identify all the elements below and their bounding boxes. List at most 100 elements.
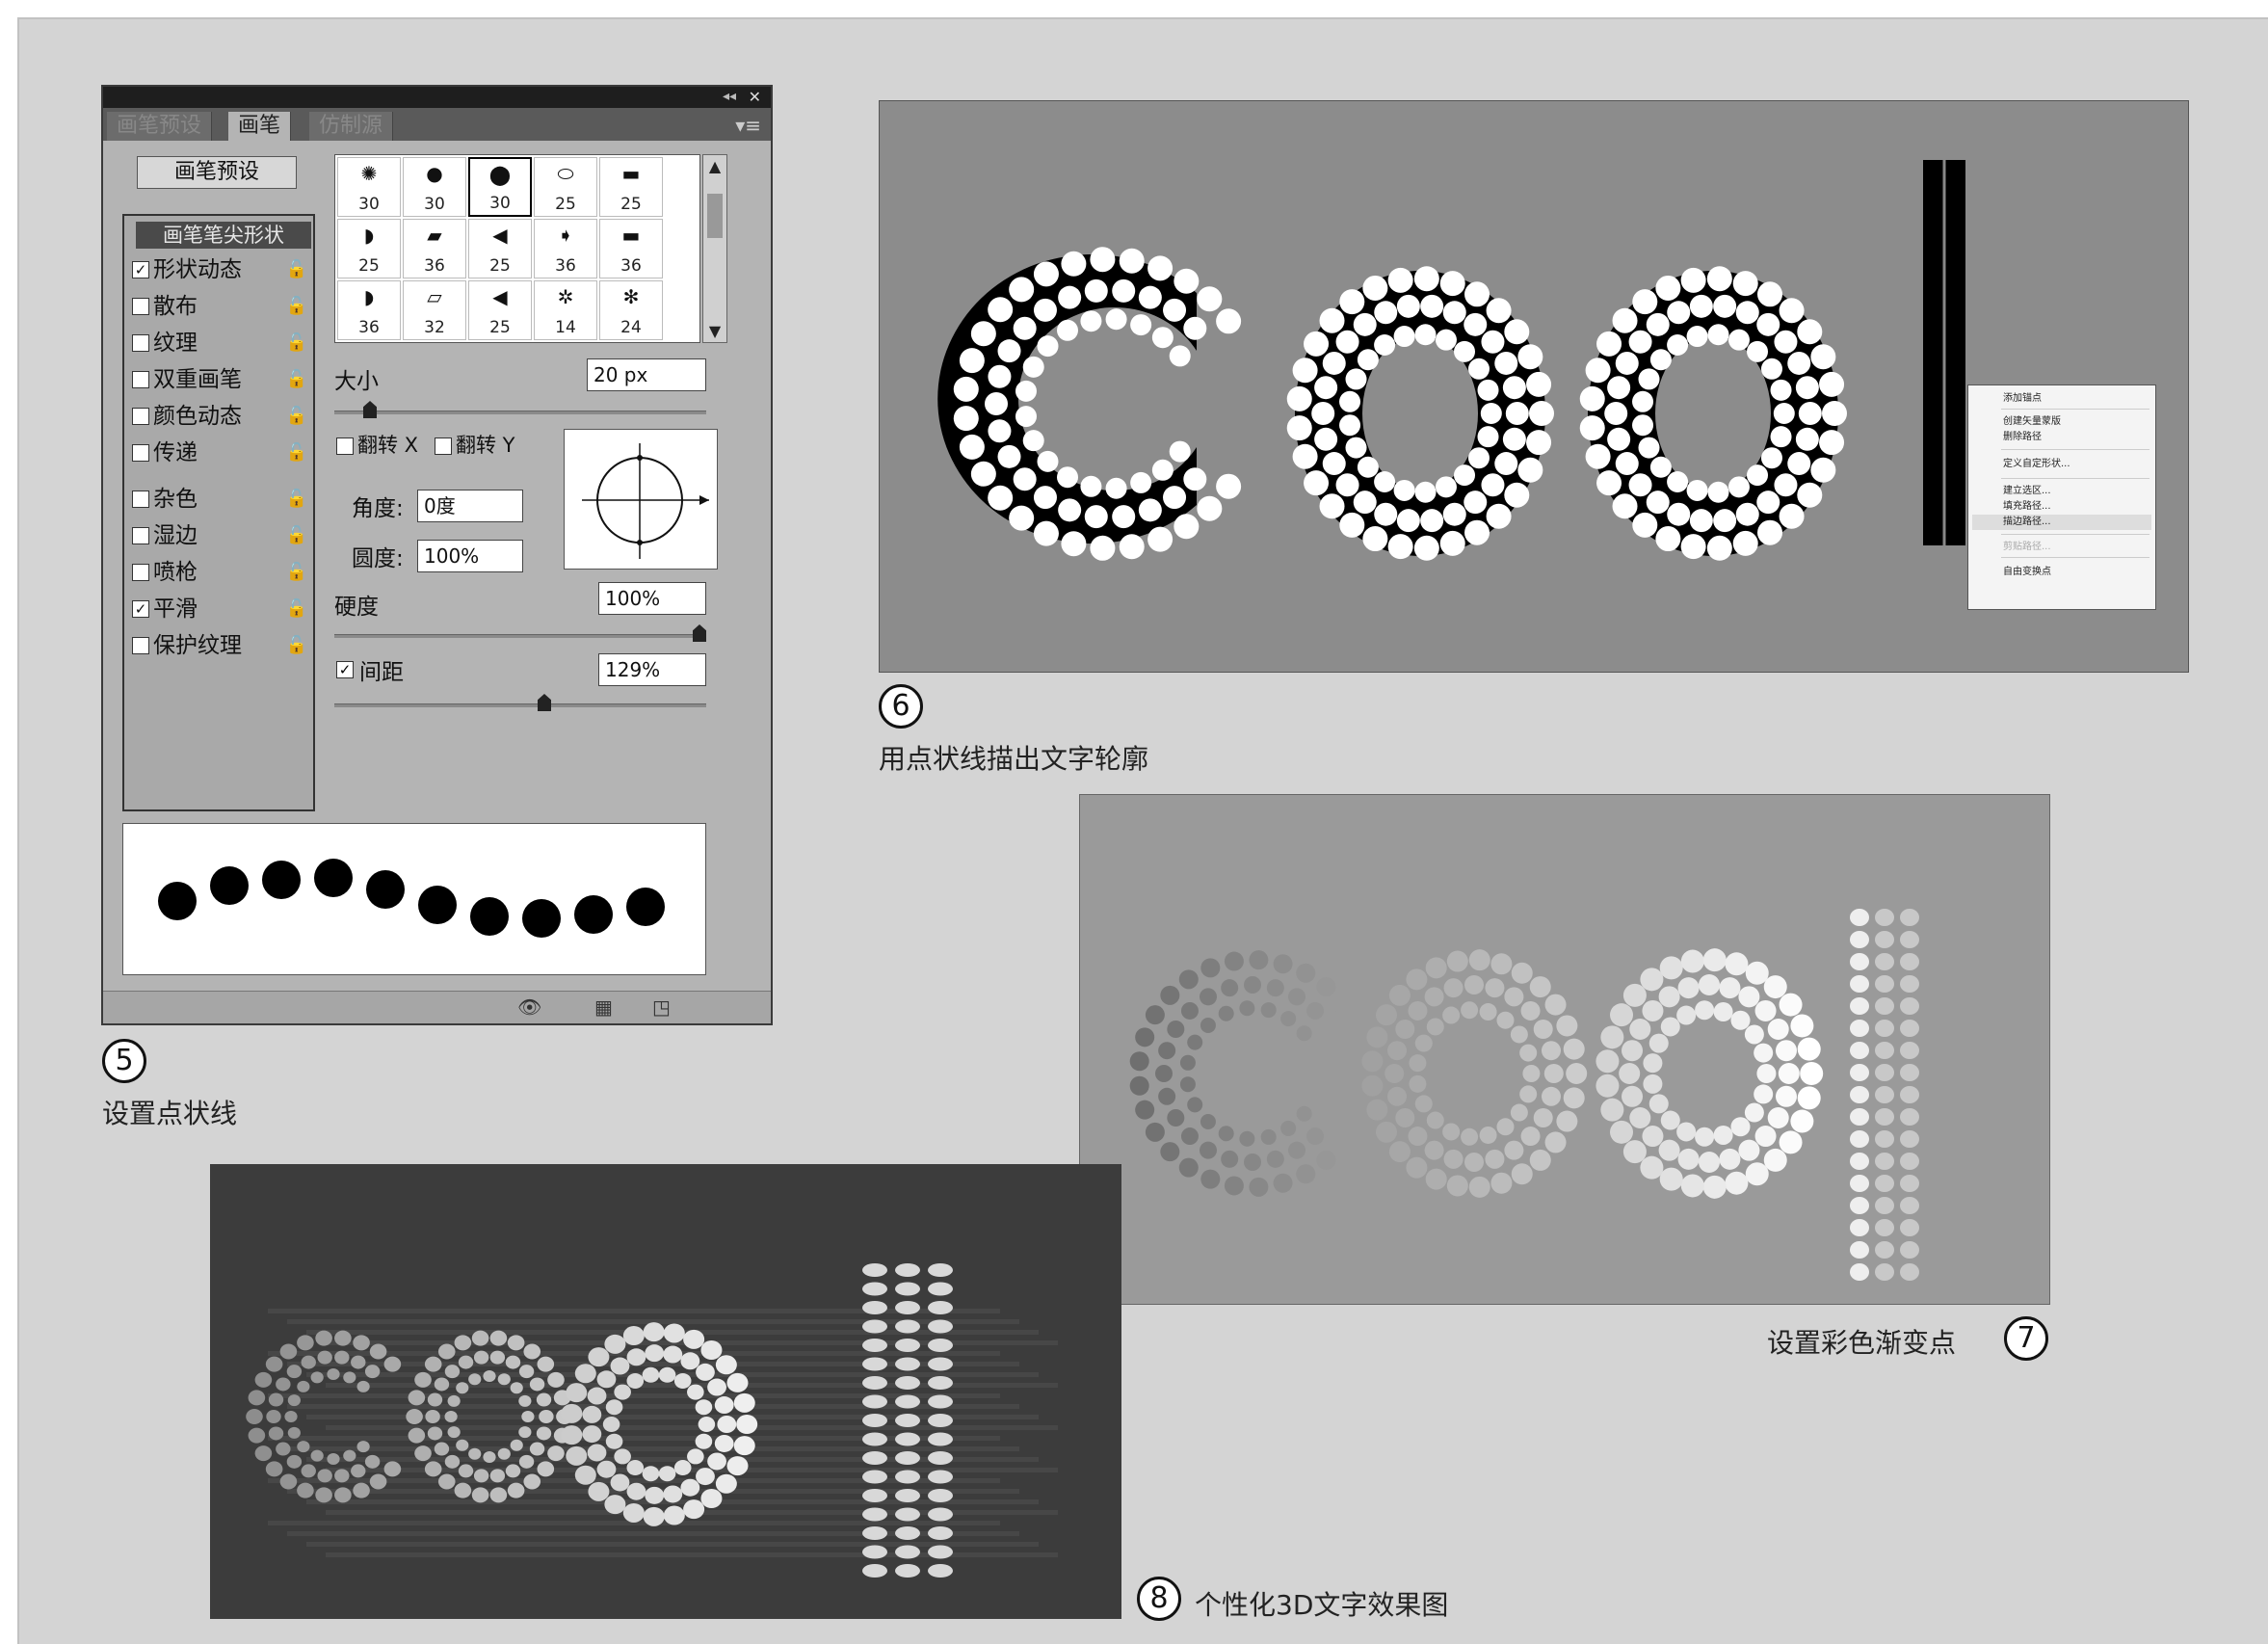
- text-dot: [529, 1377, 545, 1392]
- lock-icon[interactable]: 🔓: [286, 592, 307, 626]
- spacing-checkbox[interactable]: ✓: [336, 661, 354, 678]
- collapse-icon[interactable]: ◂◂: [723, 89, 736, 104]
- text-dot: [1875, 1086, 1894, 1103]
- lock-icon[interactable]: 🔓: [286, 628, 307, 663]
- text-dot: [1464, 975, 1484, 994]
- text-dot: [588, 1347, 610, 1367]
- text-dot: [505, 1355, 521, 1369]
- brush-option-row[interactable]: 喷枪 🔓: [132, 555, 311, 590]
- lock-icon[interactable]: 🔓: [286, 482, 307, 517]
- size-field[interactable]: 20 px: [587, 358, 706, 391]
- angle-roundness-preview[interactable]: [564, 429, 718, 570]
- text-dot: [1563, 1087, 1585, 1109]
- brush-tip-size: 25: [489, 318, 511, 337]
- text-dot: [510, 1439, 523, 1451]
- spacing-slider-track[interactable]: [334, 703, 706, 707]
- brush-option-row[interactable]: 纹理 🔓: [132, 326, 311, 360]
- context-menu-item[interactable]: 填充路径...: [2003, 499, 2051, 515]
- brush-tip-icon: ◗: [363, 285, 375, 308]
- option-checkbox[interactable]: [132, 527, 149, 544]
- spacing-field[interactable]: 129%: [598, 653, 706, 686]
- option-checkbox[interactable]: [132, 491, 149, 508]
- brush-tip[interactable]: ➧ 36: [534, 219, 597, 278]
- brush-option-row[interactable]: 湿边 🔓: [132, 518, 311, 553]
- size-slider-track[interactable]: [334, 411, 706, 414]
- hardness-field[interactable]: 100%: [598, 582, 706, 615]
- option-checkbox[interactable]: [132, 564, 149, 581]
- option-checkbox[interactable]: [132, 298, 149, 315]
- chevron-up-icon[interactable]: ▲: [703, 157, 726, 175]
- option-checkbox[interactable]: ✓: [132, 261, 149, 278]
- brush-tip[interactable]: ⬭ 25: [534, 157, 597, 217]
- context-menu-item[interactable]: 自由变换点: [2003, 565, 2051, 580]
- tab-brush[interactable]: 画笔: [228, 112, 292, 141]
- spacing-slider-thumb[interactable]: [538, 694, 551, 711]
- brush-tip[interactable]: ▬ 25: [599, 157, 663, 217]
- tab-clone-source[interactable]: 仿制源: [309, 112, 394, 141]
- brush-tip[interactable]: ◗ 25: [337, 219, 401, 278]
- lock-icon[interactable]: 🔓: [286, 518, 307, 553]
- lock-icon[interactable]: 🔓: [286, 252, 307, 287]
- close-icon[interactable]: ✕: [749, 88, 761, 106]
- option-checkbox[interactable]: [132, 444, 149, 462]
- tip-grid-scrollbar[interactable]: ▲ ▼: [702, 154, 727, 343]
- brush-tip[interactable]: ⬤ 30: [468, 157, 532, 217]
- brush-tip[interactable]: ✻ 24: [599, 280, 663, 340]
- text-dot: [1105, 477, 1127, 499]
- grid-icon[interactable]: ▦: [594, 995, 613, 1019]
- brush-option-row[interactable]: 杂色 🔓: [132, 482, 311, 517]
- toggle-preview-icon[interactable]: 👁: [517, 995, 541, 1019]
- brush-tip[interactable]: ◀ 25: [468, 280, 532, 340]
- brush-option-row[interactable]: 颜色动态 🔓: [132, 399, 311, 434]
- context-menu-item[interactable]: 删除路径: [2003, 430, 2042, 445]
- flip-x-checkbox[interactable]: [336, 438, 354, 455]
- brush-option-row[interactable]: 保护纹理 🔓: [132, 628, 311, 663]
- chevron-down-icon[interactable]: ▼: [703, 322, 726, 340]
- brush-option-row[interactable]: 传递 🔓: [132, 436, 311, 470]
- roundness-field[interactable]: 100%: [417, 540, 523, 572]
- brush-tip[interactable]: ◗ 36: [337, 280, 401, 340]
- brush-tip[interactable]: ◀ 25: [468, 219, 532, 278]
- brush-tip[interactable]: ✺ 30: [337, 157, 401, 217]
- brush-option-row[interactable]: 双重画笔 🔓: [132, 362, 311, 397]
- hardness-slider-thumb[interactable]: [693, 624, 706, 642]
- flip-y-checkbox[interactable]: [435, 438, 452, 455]
- context-menu-item[interactable]: 添加锚点: [2003, 391, 2042, 407]
- tab-brush-presets[interactable]: 画笔预设: [107, 112, 213, 141]
- lock-icon[interactable]: 🔓: [286, 436, 307, 470]
- angle-field[interactable]: 0度: [417, 490, 523, 522]
- size-slider-thumb[interactable]: [363, 401, 377, 418]
- option-checkbox[interactable]: [132, 408, 149, 425]
- option-checkbox[interactable]: [132, 637, 149, 654]
- brush-option-row[interactable]: ✓ 平滑 🔓: [132, 592, 311, 626]
- option-checkbox[interactable]: ✓: [132, 600, 149, 618]
- lock-icon[interactable]: 🔓: [286, 399, 307, 434]
- brush-tip-shape-item[interactable]: 画笔笔尖形状: [136, 222, 311, 249]
- brush-tip[interactable]: ▱ 32: [403, 280, 466, 340]
- hardness-slider-track[interactable]: [334, 634, 706, 638]
- lock-icon[interactable]: 🔓: [286, 362, 307, 397]
- brush-tip[interactable]: ✲ 14: [534, 280, 597, 340]
- brush-tip[interactable]: ● 30: [403, 157, 466, 217]
- context-menu-item[interactable]: 剪贴路径...: [2003, 540, 2051, 555]
- lock-icon[interactable]: 🔓: [286, 326, 307, 360]
- lock-icon[interactable]: 🔓: [286, 289, 307, 324]
- brush-tip-size: 36: [424, 256, 445, 276]
- context-menu-item[interactable]: 描边路径...: [1972, 515, 2151, 530]
- panel-menu-icon[interactable]: ▾≡: [735, 114, 761, 137]
- brush-tip-size: 32: [424, 318, 445, 337]
- scrollbar-thumb[interactable]: [707, 194, 723, 238]
- brush-option-row[interactable]: 散布 🔓: [132, 289, 311, 324]
- option-checkbox[interactable]: [132, 371, 149, 388]
- new-brush-icon[interactable]: ◳: [652, 995, 671, 1019]
- brush-option-row[interactable]: ✓ 形状动态 🔓: [132, 252, 311, 287]
- context-menu-item[interactable]: 定义自定形状...: [2003, 457, 2070, 472]
- brush-presets-button[interactable]: 画笔预设: [137, 156, 297, 189]
- option-checkbox[interactable]: [132, 334, 149, 352]
- context-menu-item[interactable]: 创建矢量蒙版: [2003, 414, 2061, 430]
- context-menu-item[interactable]: 建立选区...: [2003, 484, 2051, 499]
- text-dot: [1800, 1062, 1824, 1085]
- brush-tip[interactable]: ▬ 36: [599, 219, 663, 278]
- lock-icon[interactable]: 🔓: [286, 555, 307, 590]
- brush-tip[interactable]: ▰ 36: [403, 219, 466, 278]
